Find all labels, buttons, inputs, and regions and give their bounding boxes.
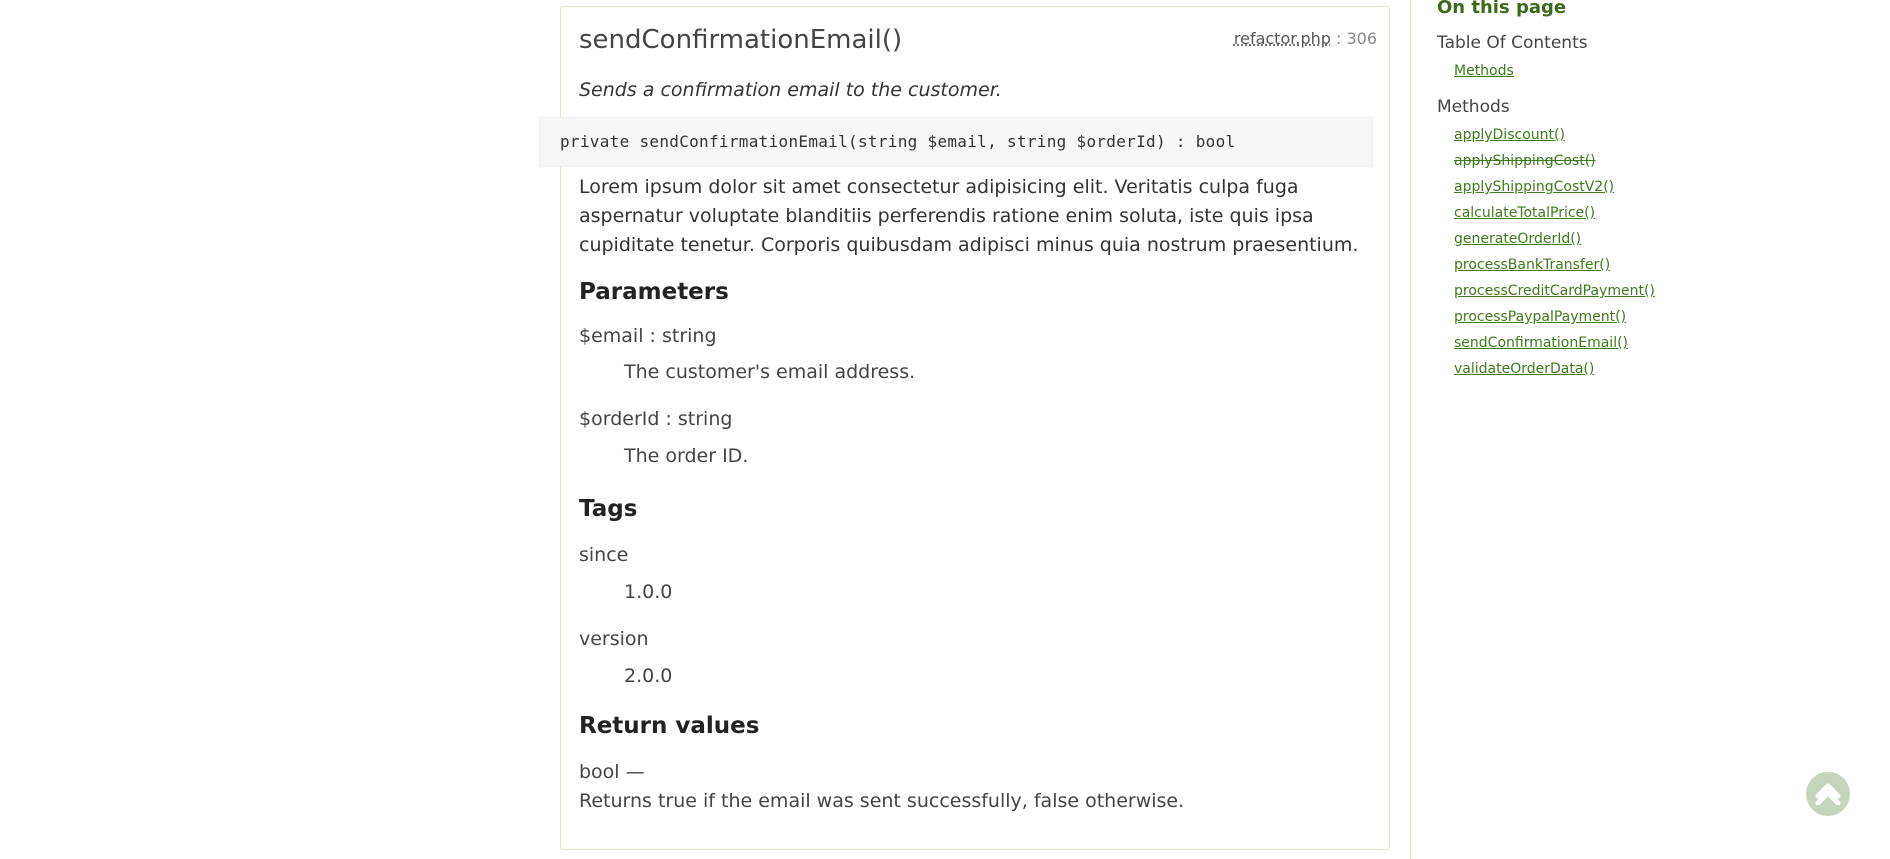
sidebar-method-link[interactable]: applyShippingCostV2() — [1454, 179, 1614, 195]
parameter-definition: The order ID. — [624, 445, 749, 467]
parameter-term: $orderId : string — [579, 408, 733, 430]
return-values-heading: Return values — [579, 713, 760, 739]
method-description: Lorem ipsum dolor sit amet consectetur a… — [579, 176, 1359, 256]
sidebar-method-link[interactable]: sendConfirmationEmail() — [1454, 335, 1628, 351]
sidebar-method-link[interactable]: processCreditCardPayment() — [1454, 283, 1655, 299]
sidebar-method-link[interactable]: validateOrderData() — [1454, 361, 1594, 377]
documentation-page: sendConfirmationEmail() refactor.php : 3… — [0, 0, 1890, 859]
sidebar-method-link[interactable]: processPaypalPayment() — [1454, 309, 1626, 325]
sidebar-method-link-deprecated[interactable]: applyShippingCost() — [1454, 153, 1596, 169]
source-line-number: 306 — [1346, 29, 1377, 48]
parameter-term: $email : string — [579, 325, 717, 347]
sidebar-method-link[interactable]: calculateTotalPrice() — [1454, 205, 1595, 221]
source-reference: refactor.php : 306 — [1234, 29, 1377, 48]
method-title: sendConfirmationEmail() — [579, 25, 903, 55]
tags-heading: Tags — [579, 496, 638, 522]
source-file-link[interactable]: refactor.php — [1234, 29, 1331, 48]
tag-definition: 2.0.0 — [624, 665, 673, 687]
return-type: bool — — [579, 761, 645, 783]
back-to-top-button[interactable] — [1806, 772, 1850, 816]
tag-definition: 1.0.0 — [624, 581, 673, 603]
sidebar-method-link[interactable]: applyDiscount() — [1454, 127, 1565, 143]
sidebar-method-link[interactable]: generateOrderId() — [1454, 231, 1581, 247]
sidebar-method-link[interactable]: processBankTransfer() — [1454, 257, 1610, 273]
tag-term: since — [579, 544, 629, 566]
method-card: sendConfirmationEmail() refactor.php : 3… — [539, 6, 1390, 850]
toc-label: Table Of Contents — [1437, 33, 1588, 53]
parameter-definition: The customer's email address. — [624, 361, 916, 383]
method-summary: Sends a confirmation email to the custom… — [579, 79, 1002, 101]
source-separator: : — [1330, 29, 1347, 48]
tag-term: version — [579, 628, 649, 650]
return-description: Returns true if the email was sent succe… — [579, 790, 1185, 812]
sidebar-heading: On this page — [1437, 0, 1567, 18]
chevron-up-icon — [1815, 783, 1841, 805]
parameters-heading: Parameters — [579, 279, 729, 305]
method-signature: private sendConfirmationEmail(string $em… — [539, 117, 1373, 167]
methods-label: Methods — [1437, 97, 1510, 117]
sidebar-divider — [1410, 0, 1411, 859]
toc-link-methods[interactable]: Methods — [1454, 63, 1514, 79]
